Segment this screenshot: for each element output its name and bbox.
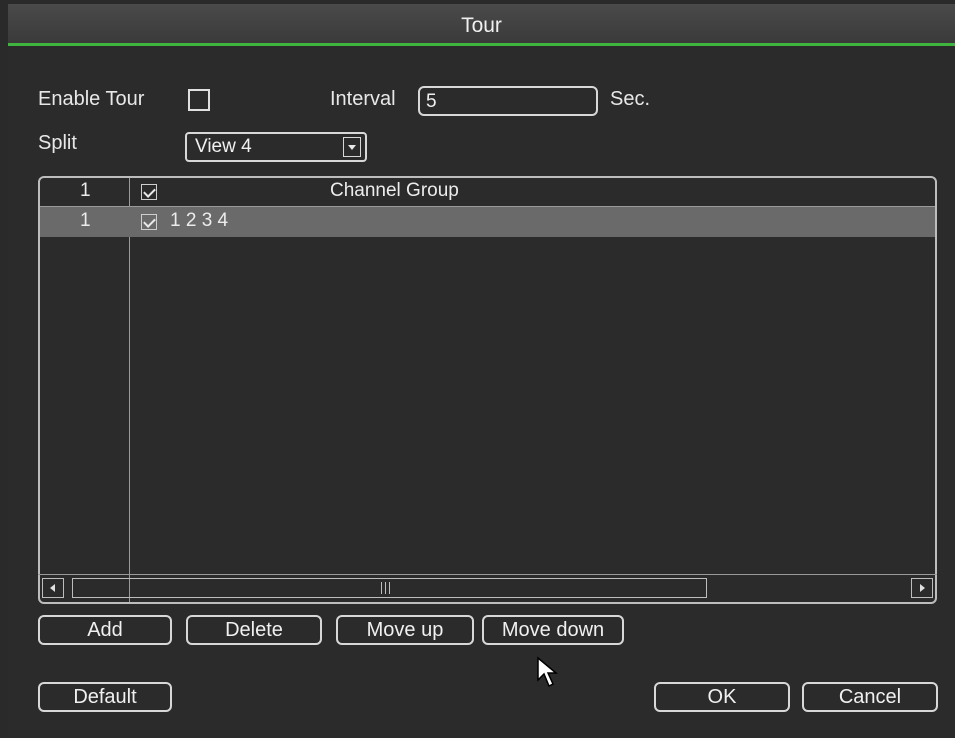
- window-title: Tour: [461, 14, 502, 37]
- interval-label: Interval: [330, 88, 396, 110]
- arrow-right-icon: [920, 584, 925, 592]
- split-select-value: View 4: [195, 136, 252, 157]
- row-index: 1: [80, 210, 91, 231]
- header-select-all-checkbox[interactable]: [141, 184, 157, 200]
- tour-dialog: Enable Tour Interval 5 Sec. Split View 4…: [8, 48, 955, 738]
- default-button[interactable]: Default: [38, 682, 172, 712]
- split-select[interactable]: View 4: [185, 132, 367, 162]
- table-header: 1 Channel Group: [40, 178, 935, 207]
- scroll-left-button[interactable]: [42, 578, 64, 598]
- row-channels: 1 2 3 4: [170, 210, 229, 231]
- table-row[interactable]: 1 1 2 3 4: [40, 207, 935, 237]
- chevron-down-icon[interactable]: [343, 137, 361, 157]
- title-bar: Tour: [8, 4, 955, 46]
- interval-input[interactable]: 5: [418, 86, 598, 116]
- split-label: Split: [38, 132, 77, 154]
- enable-tour-checkbox[interactable]: [188, 89, 210, 111]
- cancel-button[interactable]: Cancel: [802, 682, 938, 712]
- scroll-thumb[interactable]: [72, 578, 707, 598]
- enable-tour-label: Enable Tour: [38, 88, 145, 110]
- add-button[interactable]: Add: [38, 615, 172, 645]
- scroll-right-button[interactable]: [911, 578, 933, 598]
- header-channel-group: Channel Group: [330, 180, 459, 201]
- ok-button[interactable]: OK: [654, 682, 790, 712]
- mouse-cursor-icon: [537, 656, 559, 688]
- horizontal-scrollbar[interactable]: [38, 574, 937, 602]
- row-checkbox[interactable]: [141, 214, 157, 230]
- move-down-button[interactable]: Move down: [482, 615, 624, 645]
- delete-button[interactable]: Delete: [186, 615, 322, 645]
- interval-unit-label: Sec.: [610, 88, 651, 110]
- move-up-button[interactable]: Move up: [336, 615, 474, 645]
- channel-group-table: 1 Channel Group 1 1 2 3 4: [38, 176, 937, 604]
- column-divider: [129, 178, 130, 602]
- header-index: 1: [80, 180, 91, 201]
- arrow-left-icon: [50, 584, 55, 592]
